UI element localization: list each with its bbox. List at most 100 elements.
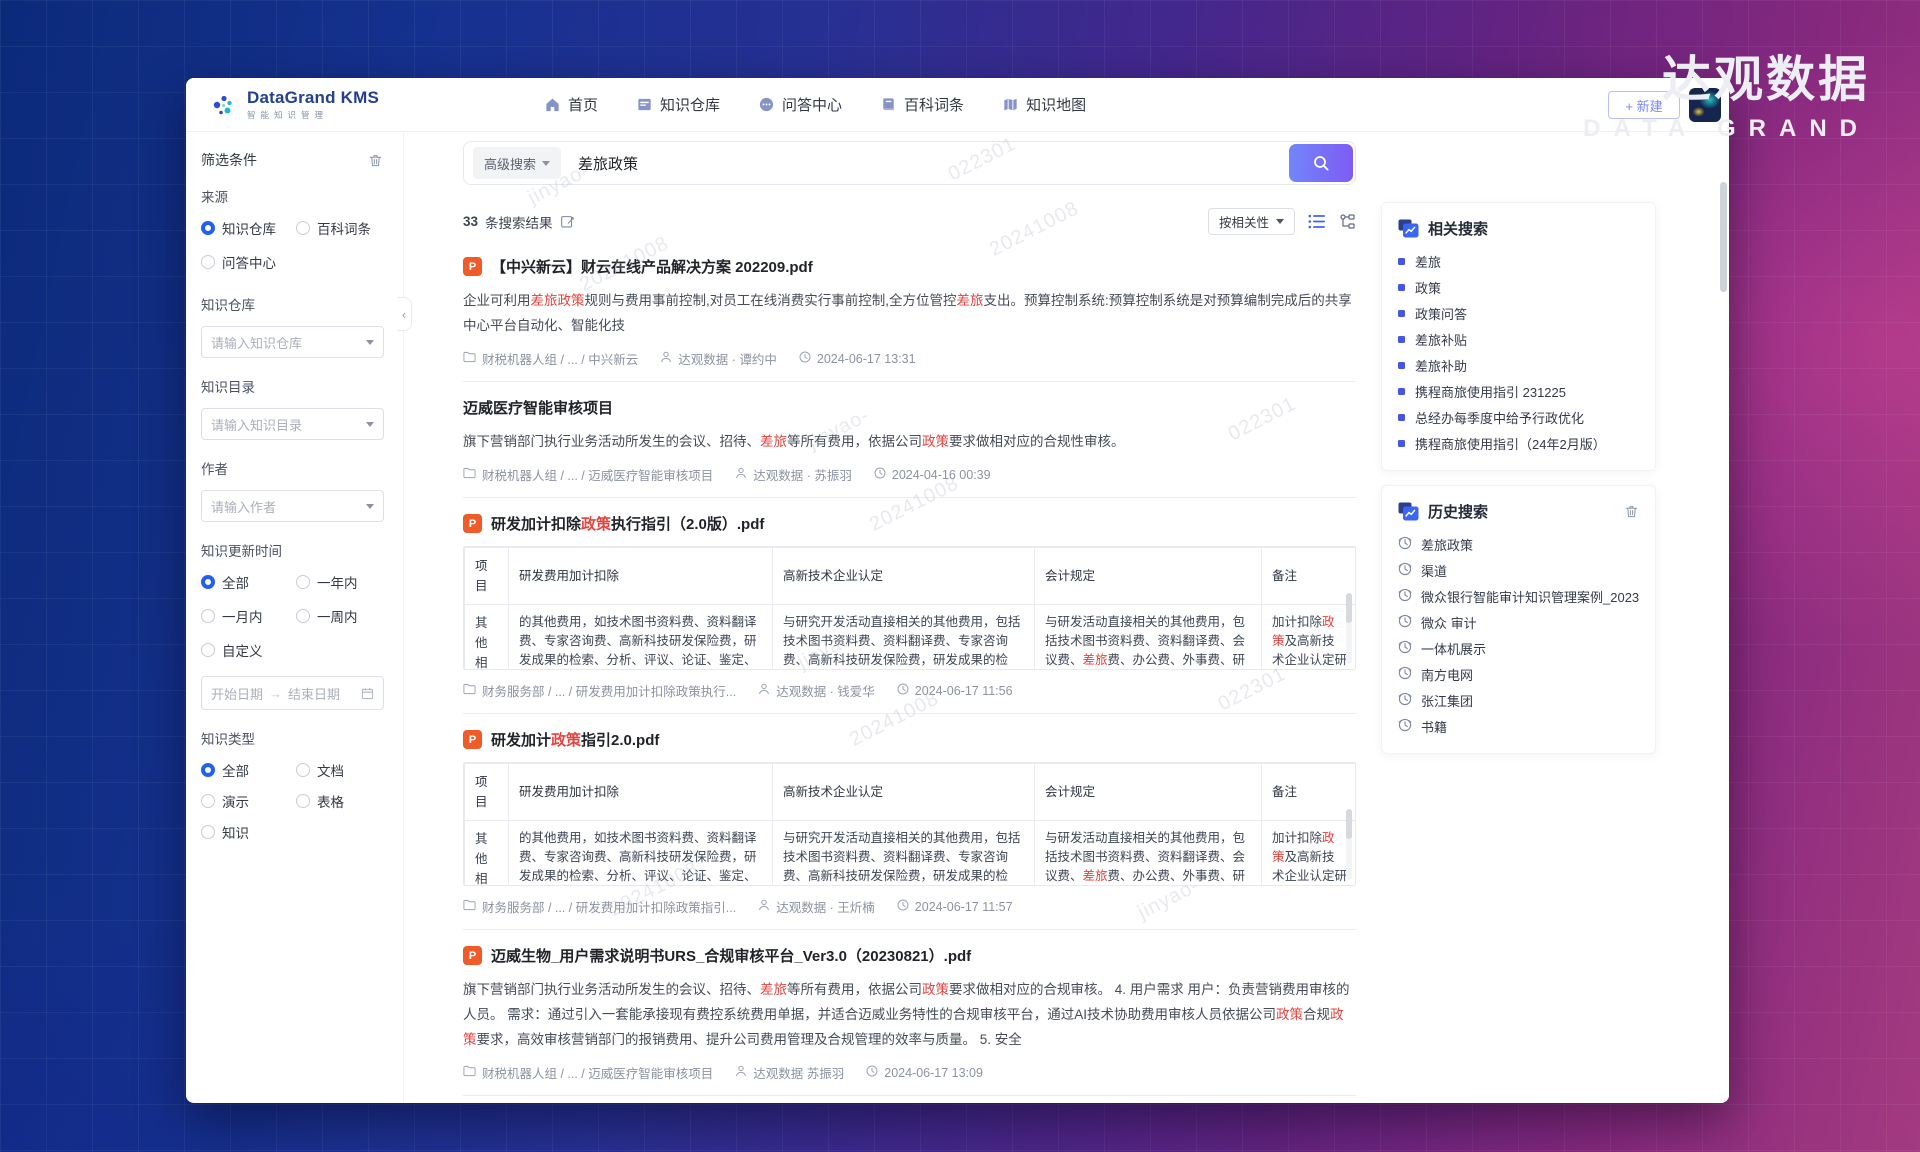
advanced-search-dropdown[interactable]: 高级搜索 [473, 147, 561, 179]
table-scrollbar-thumb[interactable] [1346, 593, 1352, 623]
person-icon [735, 467, 747, 482]
radio-label: 知识 [222, 822, 249, 842]
table-cell: 与研发活动直接相关的其他费用，包括技术图书资料费、资料翻译费、会议费、差旅费、办… [1035, 821, 1262, 887]
brand-logo[interactable]: DataGrand KMS 智能知识管理 [186, 88, 426, 121]
nav-right: + 新建 [1608, 78, 1721, 132]
list-view-icon[interactable] [1308, 214, 1326, 229]
related-search-item[interactable]: 差旅 [1398, 248, 1639, 274]
app-window: DataGrand KMS 智能知识管理 首页知识仓库问答中心百科词条知识地图 … [186, 78, 1729, 1103]
radio-time-全部[interactable]: 全部 [201, 572, 296, 592]
radio-label: 自定义 [222, 640, 263, 660]
related-search-item[interactable]: 携程商旅使用指引 231225 [1398, 378, 1639, 404]
bullet-icon [1398, 284, 1405, 291]
result-item[interactable]: P【中兴新云】财云在线产品解决方案 202209.pdf企业可利用差旅政策规则与… [463, 241, 1356, 382]
scrollbar-thumb[interactable] [1720, 182, 1727, 292]
search-button[interactable] [1289, 144, 1353, 182]
clear-filters-trash-icon[interactable] [368, 153, 383, 168]
related-search-item[interactable]: 差旅补贴 [1398, 326, 1639, 352]
radio-time-一月内[interactable]: 一月内 [201, 606, 296, 626]
result-title[interactable]: P研发加计政策指引2.0.pdf [463, 729, 1356, 750]
related-search-item[interactable]: 政策 [1398, 274, 1639, 300]
radio-source-知识仓库[interactable]: 知识仓库 [201, 218, 296, 238]
radio-type-表格[interactable]: 表格 [296, 791, 383, 811]
advanced-search-label: 高级搜索 [484, 154, 536, 173]
history-search-item[interactable]: 差旅政策 [1398, 531, 1639, 557]
nav-item-知识地图[interactable]: 知识地图 [1002, 94, 1086, 115]
window-scrollbar[interactable] [1720, 134, 1727, 1099]
radio-time-自定义[interactable]: 自定义 [201, 640, 296, 660]
author-select[interactable]: 请输入作者 [201, 490, 384, 522]
related-search-item[interactable]: 总经办每季度中给予行政优化 [1398, 404, 1639, 430]
history-search-item[interactable]: 一体机展示 [1398, 635, 1639, 661]
radio-type-文档[interactable]: 文档 [296, 760, 383, 780]
snippet-text: 【中兴新云】财云在线产品解决方案 202209.pdf [491, 259, 813, 276]
bullet-icon [1398, 388, 1405, 395]
table-scrollbar[interactable] [1346, 593, 1352, 664]
type-radio-group: 全部文档演示表格知识 [201, 760, 383, 842]
snippet-text: 与研究开发活动直接相关的其他费用，包括技术图书资料费、资料翻译费、专家咨询费、高… [783, 831, 1021, 886]
folder-icon [463, 351, 476, 366]
table-scrollbar-thumb[interactable] [1346, 809, 1352, 839]
nav-item-知识仓库[interactable]: 知识仓库 [636, 94, 720, 115]
result-item[interactable]: P研发加计政策指引2.0.pdf项目研发费用加计扣除高新技术企业认定会计规定备注… [463, 714, 1356, 930]
clock-icon [799, 351, 811, 366]
result-title[interactable]: 迈威医疗智能审核项目 [463, 397, 1356, 418]
nav-item-百科词条[interactable]: 百科词条 [880, 94, 964, 115]
result-item[interactable]: W大共享中台-影像采集中心建设咨询项目招标文件.doc包括但不限于包含税费、维保… [463, 1096, 1356, 1103]
history-search-item[interactable]: 南方电网 [1398, 661, 1639, 687]
history-search-item[interactable]: 微众银行智能审计知识管理案例_2023080... [1398, 583, 1639, 609]
export-results-icon[interactable] [560, 214, 575, 229]
start-date-placeholder: 开始日期 [211, 684, 263, 703]
qa-icon [758, 96, 775, 113]
history-search-item[interactable]: 渠道 [1398, 557, 1639, 583]
nav-item-问答中心[interactable]: 问答中心 [758, 94, 842, 115]
radio-dot-icon [201, 643, 215, 657]
result-time-text: 2024-06-17 11:56 [915, 684, 1013, 698]
result-item[interactable]: P研发加计扣除政策执行指引（2.0版）.pdf项目研发费用加计扣除高新技术企业认… [463, 498, 1356, 714]
pdf-file-icon: P [463, 946, 482, 965]
related-search-item-label: 差旅补贴 [1415, 330, 1467, 349]
search-input[interactable]: 差旅政策 [561, 153, 1289, 174]
radio-type-全部[interactable]: 全部 [201, 760, 296, 780]
nav-item-首页[interactable]: 首页 [544, 94, 598, 115]
radio-source-问答中心[interactable]: 问答中心 [201, 252, 296, 272]
result-meta: 财税机器人组 / ... / 迈威医疗智能审核项目达观数据 · 苏振羽2024-… [463, 465, 1356, 484]
radio-source-百科词条[interactable]: 百科词条 [296, 218, 383, 238]
history-search-item[interactable]: 微众 审计 [1398, 609, 1639, 635]
result-title[interactable]: P研发加计扣除政策执行指引（2.0版）.pdf [463, 513, 1356, 534]
result-title[interactable]: P【中兴新云】财云在线产品解决方案 202209.pdf [463, 256, 1356, 277]
repo-select[interactable]: 请输入知识仓库 [201, 326, 384, 358]
folder-icon [463, 899, 476, 914]
table-cell: 与研究开发活动直接相关的其他费用，包括技术图书资料费、资料翻译费、专家咨询费、高… [773, 821, 1035, 887]
radio-dot-icon [201, 575, 215, 589]
avatar[interactable] [1689, 88, 1721, 122]
catalog-select[interactable]: 请输入知识目录 [201, 408, 384, 440]
history-search-item[interactable]: 书籍 [1398, 713, 1639, 739]
chevron-down-icon [1276, 219, 1284, 224]
sort-dropdown[interactable]: 按相关性 [1208, 208, 1295, 235]
clear-history-trash-icon[interactable] [1624, 504, 1639, 519]
radio-time-一年内[interactable]: 一年内 [296, 572, 383, 592]
related-search-item[interactable]: 携程商旅使用指引（24年2月版） [1398, 430, 1639, 456]
related-search-item-label: 政策 [1415, 278, 1441, 297]
results-list: P【中兴新云】财云在线产品解决方案 202209.pdf企业可利用差旅政策规则与… [463, 241, 1356, 1103]
history-search-item-label: 张江集团 [1421, 691, 1473, 710]
sidebar-collapse-toggle[interactable]: ‹ [397, 297, 412, 331]
related-search-item[interactable]: 政策问答 [1398, 300, 1639, 326]
result-author-text: 达观数据 · 苏振羽 [753, 465, 852, 484]
table-scrollbar[interactable] [1346, 809, 1352, 880]
radio-type-知识[interactable]: 知识 [201, 822, 296, 842]
radio-dot-icon [201, 825, 215, 839]
history-search-item[interactable]: 张江集团 [1398, 687, 1639, 713]
radio-type-演示[interactable]: 演示 [201, 791, 296, 811]
result-item[interactable]: P迈威生物_用户需求说明书URS_合规审核平台_Ver3.0（20230821）… [463, 930, 1356, 1096]
radio-time-一周内[interactable]: 一周内 [296, 606, 383, 626]
date-range-input[interactable]: 开始日期 → 结束日期 [201, 676, 384, 710]
chevron-down-icon [366, 340, 374, 345]
right-sidebar: 相关搜索 差旅政策政策问答差旅补贴差旅补助携程商旅使用指引 231225总经办每… [1381, 132, 1656, 1102]
graph-view-icon[interactable] [1339, 214, 1356, 230]
new-button[interactable]: + 新建 [1608, 91, 1680, 119]
result-item[interactable]: 迈威医疗智能审核项目旗下营销部门执行业务活动所发生的会议、招待、差旅等所有费用，… [463, 382, 1356, 498]
result-title[interactable]: P迈威生物_用户需求说明书URS_合规审核平台_Ver3.0（20230821）… [463, 945, 1356, 966]
related-search-item[interactable]: 差旅补助 [1398, 352, 1639, 378]
